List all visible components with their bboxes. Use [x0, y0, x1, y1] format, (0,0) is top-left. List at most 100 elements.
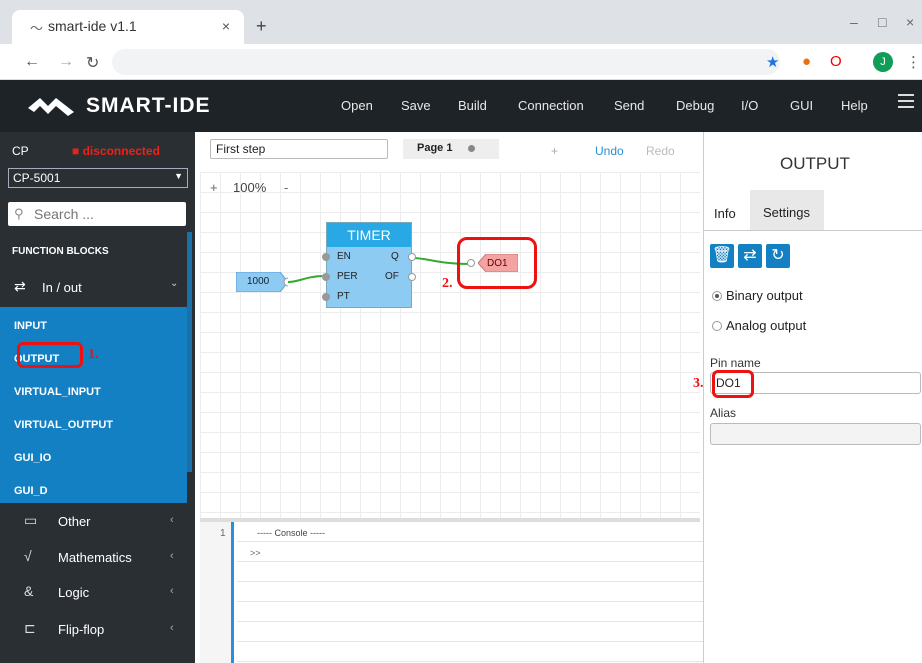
- opera-icon[interactable]: O: [830, 53, 842, 70]
- page-tab-label: Page 1: [417, 142, 453, 154]
- minimize-icon[interactable]: –: [850, 14, 858, 30]
- console-prompt: >>: [250, 548, 261, 558]
- step-marker-1: 1.: [88, 347, 99, 362]
- pin-of-label: OF: [385, 271, 399, 282]
- menu-gui[interactable]: GUI: [790, 98, 813, 113]
- add-page-button[interactable]: +: [551, 144, 558, 158]
- sync-icon[interactable]: ⇄: [738, 244, 762, 268]
- browser-toolbar: ← → ↻ ★ ● O J ⋮: [0, 44, 922, 80]
- menu-debug[interactable]: Debug: [676, 98, 714, 113]
- undo-button[interactable]: Undo: [595, 144, 624, 158]
- delete-icon[interactable]: 🗑: [710, 244, 734, 268]
- tab-page-1[interactable]: Page 1: [403, 139, 499, 159]
- tab-title: smart-ide v1.1: [48, 18, 137, 34]
- pin-name-label: Pin name: [710, 356, 761, 370]
- hamburger-icon[interactable]: [898, 94, 914, 112]
- tab-info[interactable]: Info: [714, 206, 736, 221]
- pin-en[interactable]: [322, 253, 330, 261]
- forward-icon[interactable]: →: [58, 53, 74, 71]
- tab-settings[interactable]: Settings: [750, 190, 824, 230]
- output-block-pin[interactable]: [467, 259, 475, 267]
- search-box[interactable]: ⚲: [8, 202, 186, 226]
- pin-pt[interactable]: [322, 293, 330, 301]
- menu-save[interactable]: Save: [401, 98, 431, 113]
- browser-menu-icon[interactable]: ⋮: [906, 53, 921, 71]
- console[interactable]: 1 ----- Console ----- >>: [200, 522, 703, 663]
- chevron-left-icon: ‹: [170, 585, 174, 597]
- function-blocks-header: FUNCTION BLOCKS: [12, 246, 109, 257]
- panel-title: OUTPUT: [780, 154, 850, 173]
- alias-field[interactable]: [710, 423, 921, 445]
- maximize-icon[interactable]: □: [878, 14, 886, 30]
- output-highlight: [17, 342, 83, 368]
- sidebar-item-virtual-input[interactable]: VIRTUAL_INPUT: [14, 386, 101, 398]
- sidebar-group-in-out[interactable]: ⇄ In / out ⌄: [0, 270, 187, 304]
- redo-button[interactable]: Redo: [646, 144, 675, 158]
- ampersand-icon: &: [24, 583, 34, 599]
- sidebar-item-flip-flop[interactable]: ⊏ Flip-flop ‹: [0, 614, 187, 644]
- menu-build[interactable]: Build: [458, 98, 487, 113]
- pin-per[interactable]: [322, 273, 330, 281]
- search-icon: ⚲: [14, 206, 24, 221]
- search-input[interactable]: [34, 205, 182, 223]
- menu-connection[interactable]: Connection: [518, 98, 584, 113]
- bookmark-star-icon[interactable]: ★: [766, 53, 779, 71]
- pin-en-label: EN: [337, 251, 351, 262]
- sidebar-item-gui-io[interactable]: GUI_IO: [14, 452, 51, 464]
- sidebar-item-mathematics[interactable]: √ Mathematics ‹: [0, 542, 187, 572]
- back-icon[interactable]: ←: [24, 53, 40, 71]
- refresh-icon[interactable]: ↻: [766, 244, 790, 268]
- chat-icon: ▭: [24, 512, 38, 528]
- chevron-left-icon: ‹: [170, 550, 174, 562]
- device-select-value: CP-5001: [13, 171, 61, 185]
- menu-help[interactable]: Help: [841, 98, 868, 113]
- app-header: SMART-IDE Open Save Build Connection Sen…: [0, 80, 922, 132]
- device-select[interactable]: CP-5001 ▼: [8, 168, 188, 188]
- sidebar-item-logic[interactable]: & Logic ‹: [0, 577, 187, 607]
- sidebar: CP ■ disconnected CP-5001 ▼ ⚲ FUNCTION B…: [0, 132, 195, 663]
- console-gutter: 1: [200, 522, 234, 663]
- window-close-icon[interactable]: ×: [906, 14, 914, 30]
- sidebar-item-virtual-output[interactable]: VIRTUAL_OUTPUT: [14, 419, 113, 431]
- step-name-field[interactable]: First step: [210, 139, 388, 159]
- sidebar-item-input[interactable]: INPUT: [14, 320, 47, 332]
- new-tab-button[interactable]: +: [256, 16, 267, 37]
- favicon-icon: 〜: [30, 21, 44, 36]
- browser-tabstrip: 〜 smart-ide v1.1 × + – □ ×: [0, 0, 922, 44]
- group-label: In / out: [42, 280, 82, 295]
- page-status-dot: [468, 145, 475, 152]
- pin-q[interactable]: [408, 253, 416, 261]
- menu-send[interactable]: Send: [614, 98, 644, 113]
- tab-settings-label: Settings: [763, 205, 810, 220]
- extension-icon[interactable]: ●: [802, 53, 811, 70]
- pin-of[interactable]: [408, 273, 416, 281]
- radio-analog-output[interactable]: Analog output: [712, 318, 806, 333]
- profile-avatar[interactable]: J: [873, 52, 893, 72]
- address-bar[interactable]: [112, 49, 780, 75]
- sidebar-item-other[interactable]: ▭ Other ‹: [0, 506, 187, 536]
- radio-unchecked-icon: [712, 321, 722, 331]
- app-logo-text: SMART-IDE: [86, 94, 211, 117]
- chevron-down-icon: ⌄: [170, 278, 179, 289]
- reload-icon[interactable]: ↻: [86, 53, 99, 73]
- sidebar-item-gui-d[interactable]: GUI_D: [14, 485, 48, 497]
- pin-pt-label: PT: [337, 291, 350, 302]
- chevron-down-icon: ▼: [174, 171, 183, 181]
- pin-q-label: Q: [391, 251, 399, 262]
- sidebar-scrollbar[interactable]: [187, 232, 192, 472]
- radio-binary-output[interactable]: Binary output: [712, 288, 803, 303]
- menu-io[interactable]: I/O: [741, 98, 758, 113]
- canvas-toolbar: First step Page 1 + Undo Redo: [195, 132, 703, 172]
- timer-block[interactable]: TIMER EN PER PT Q OF: [322, 222, 416, 308]
- tab-divider: [704, 230, 922, 231]
- category-label: Flip-flop: [58, 622, 105, 637]
- line-number: 1: [220, 528, 226, 539]
- cp-label: CP: [12, 144, 29, 158]
- console-title: ----- Console -----: [257, 528, 325, 538]
- flipflop-icon: ⊏: [24, 620, 36, 636]
- tab-close-icon[interactable]: ×: [222, 18, 230, 34]
- alias-label: Alias: [710, 406, 737, 420]
- browser-tab[interactable]: 〜 smart-ide v1.1 ×: [12, 10, 244, 44]
- menu-open[interactable]: Open: [341, 98, 373, 113]
- swap-arrows-icon: ⇄: [14, 278, 26, 294]
